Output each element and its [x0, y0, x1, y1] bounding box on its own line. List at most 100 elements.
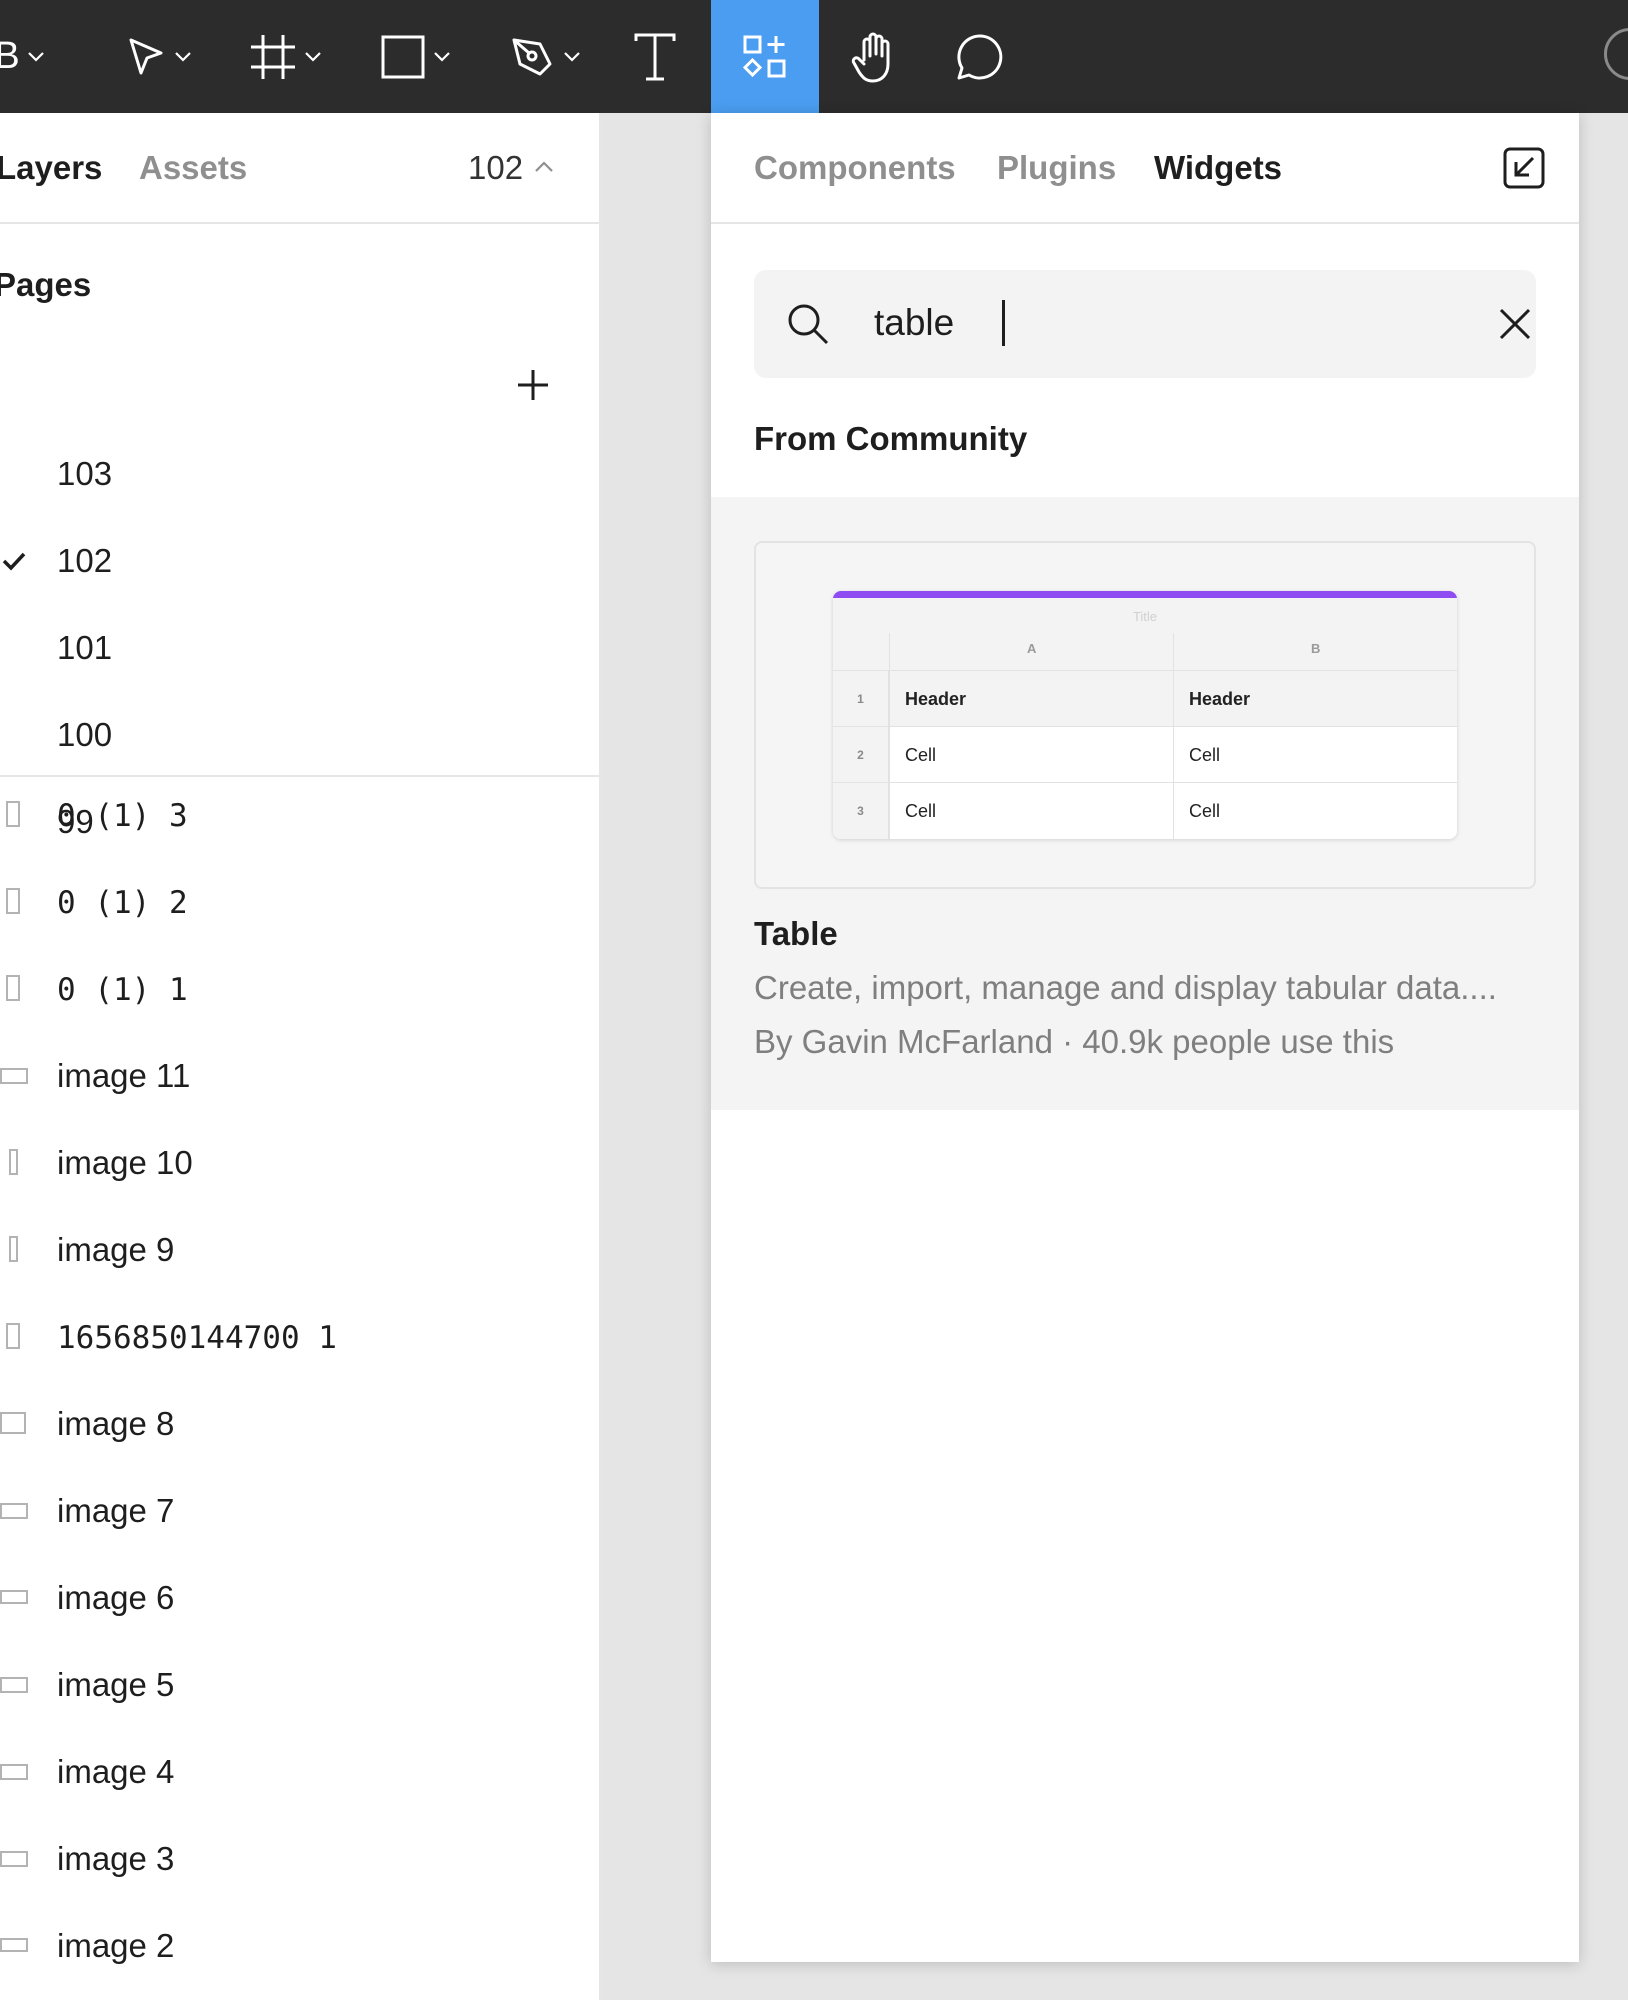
resources-panel: Components Plugins Widgets From Communit… — [711, 113, 1579, 1962]
tab-widgets[interactable]: Widgets — [1154, 149, 1282, 187]
layer-label: image 10 — [57, 1144, 193, 1181]
resources-panel-header: Components Plugins Widgets — [711, 113, 1579, 224]
preview-accent-bar — [833, 591, 1457, 598]
main-menu-button[interactable]: B — [0, 0, 60, 113]
frame-tool-button[interactable] — [240, 0, 330, 113]
layer-label: image 3 — [57, 1840, 175, 1877]
search-input[interactable] — [874, 295, 1434, 351]
layer-label: image 2 — [57, 1927, 175, 1964]
widget-preview[interactable]: Title A B 1 Header Header 2 Cell Cell 3 … — [754, 541, 1536, 889]
preview-table: Title A B 1 Header Header 2 Cell Cell 3 … — [833, 591, 1457, 839]
narrow-image-icon — [9, 1236, 18, 1262]
landscape-image-icon — [0, 1851, 28, 1867]
page-item-selected[interactable]: 102 — [57, 542, 112, 580]
preview-divider — [889, 633, 890, 839]
preview-row-number: 1 — [833, 671, 889, 727]
resources-tool-button[interactable] — [711, 0, 819, 113]
page-item[interactable]: 100 — [57, 716, 112, 754]
layer-label: 0 (1) 3 — [57, 798, 188, 834]
landscape-image-icon — [0, 1677, 28, 1693]
text-caret — [1002, 300, 1005, 346]
layer-item[interactable]: 1656850144700 1 — [0, 1310, 599, 1370]
move-tool-button[interactable] — [112, 0, 202, 113]
portrait-frame-icon — [6, 975, 20, 1001]
preview-cell: Cell — [905, 745, 937, 765]
page-item[interactable]: 101 — [57, 629, 112, 667]
preview-title: Title — [1132, 609, 1158, 624]
preview-row: 1 Header Header — [833, 670, 1457, 727]
layer-item[interactable]: 0 (1) 1 — [0, 962, 599, 1022]
current-page-indicator[interactable]: 102 — [468, 149, 523, 187]
layer-label: image 9 — [57, 1231, 175, 1268]
layer-label: image 5 — [57, 1666, 175, 1703]
landscape-image-icon — [0, 1503, 28, 1519]
layer-item[interactable]: image 3 — [0, 1832, 599, 1892]
layer-label: image 4 — [57, 1753, 175, 1790]
chevron-down-icon — [175, 51, 191, 62]
layer-label: image 11 — [57, 1057, 191, 1094]
layer-item[interactable]: image 2 — [0, 1919, 599, 1979]
chevron-down-icon — [305, 51, 321, 62]
preview-row: 3 Cell Cell — [833, 782, 1457, 839]
avatar[interactable] — [1604, 28, 1628, 80]
narrow-image-icon — [9, 1149, 18, 1175]
chevron-up-icon[interactable] — [535, 161, 553, 173]
hand-tool-button[interactable] — [840, 0, 910, 113]
tab-assets[interactable]: Assets — [139, 149, 247, 187]
layer-item[interactable]: image 9 — [0, 1223, 599, 1283]
pen-icon — [512, 38, 552, 75]
landscape-image-icon — [0, 1764, 28, 1780]
left-panel: Layers Assets 102 Pages 103 102 101 100 … — [0, 113, 601, 2000]
comment-tool-button[interactable] — [945, 0, 1015, 113]
layer-item[interactable]: 0 (1) 3 — [0, 788, 599, 848]
layer-label: 1656850144700 1 — [57, 1320, 337, 1356]
add-page-icon[interactable] — [516, 368, 550, 402]
close-icon[interactable] — [1498, 307, 1532, 341]
portrait-frame-icon — [6, 1323, 20, 1349]
tab-plugins[interactable]: Plugins — [997, 149, 1116, 187]
chevron-down-icon — [564, 51, 580, 62]
preview-cell: Cell — [1189, 745, 1221, 765]
widget-result-card[interactable]: Title A B 1 Header Header 2 Cell Cell 3 … — [711, 497, 1579, 1110]
frame-icon — [251, 34, 295, 79]
preview-divider — [1173, 633, 1174, 839]
layer-label: image 7 — [57, 1492, 175, 1529]
tab-components[interactable]: Components — [754, 149, 956, 187]
layer-item[interactable]: 0 (1) 2 — [0, 875, 599, 935]
layer-item[interactable]: image 10 — [0, 1136, 599, 1196]
layer-item[interactable]: image 4 — [0, 1745, 599, 1805]
toolbar: B — [0, 0, 1628, 113]
rectangle-icon — [381, 35, 425, 78]
landscape-image-icon — [0, 1590, 28, 1604]
text-tool-button[interactable] — [620, 0, 690, 113]
layer-label: 0 (1) 1 — [57, 972, 188, 1008]
layer-item[interactable]: image 8 — [0, 1397, 599, 1457]
layer-item[interactable]: image 6 — [0, 1571, 599, 1631]
hand-icon — [851, 32, 890, 82]
shape-tool-button[interactable] — [370, 0, 460, 113]
layer-item[interactable]: image 5 — [0, 1658, 599, 1718]
comment-icon — [957, 33, 1003, 79]
layer-label: image 8 — [57, 1405, 175, 1442]
search-icon — [788, 304, 829, 345]
portrait-frame-icon — [6, 801, 20, 827]
pen-tool-button[interactable] — [500, 0, 590, 113]
chevron-down-icon — [27, 51, 44, 62]
resources-icon — [742, 35, 786, 77]
search-box[interactable] — [754, 270, 1536, 378]
section-title: From Community — [754, 420, 1028, 457]
layer-item[interactable]: image 11 — [0, 1049, 599, 1109]
preview-cell: Cell — [1189, 801, 1221, 821]
square-image-icon — [0, 1412, 26, 1434]
collapse-panel-icon[interactable] — [1503, 147, 1545, 189]
page-item[interactable]: 103 — [57, 455, 112, 493]
layer-item[interactable]: image 7 — [0, 1484, 599, 1544]
tab-layers[interactable]: Layers — [0, 149, 102, 187]
preview-cell: Header — [905, 689, 967, 709]
preview-cell: Cell — [905, 801, 937, 821]
preview-column-label: A — [1027, 641, 1037, 656]
main-menu-glyph: B — [0, 35, 20, 77]
portrait-frame-icon — [6, 888, 20, 914]
landscape-image-icon — [0, 1938, 28, 1952]
check-icon — [2, 552, 26, 571]
